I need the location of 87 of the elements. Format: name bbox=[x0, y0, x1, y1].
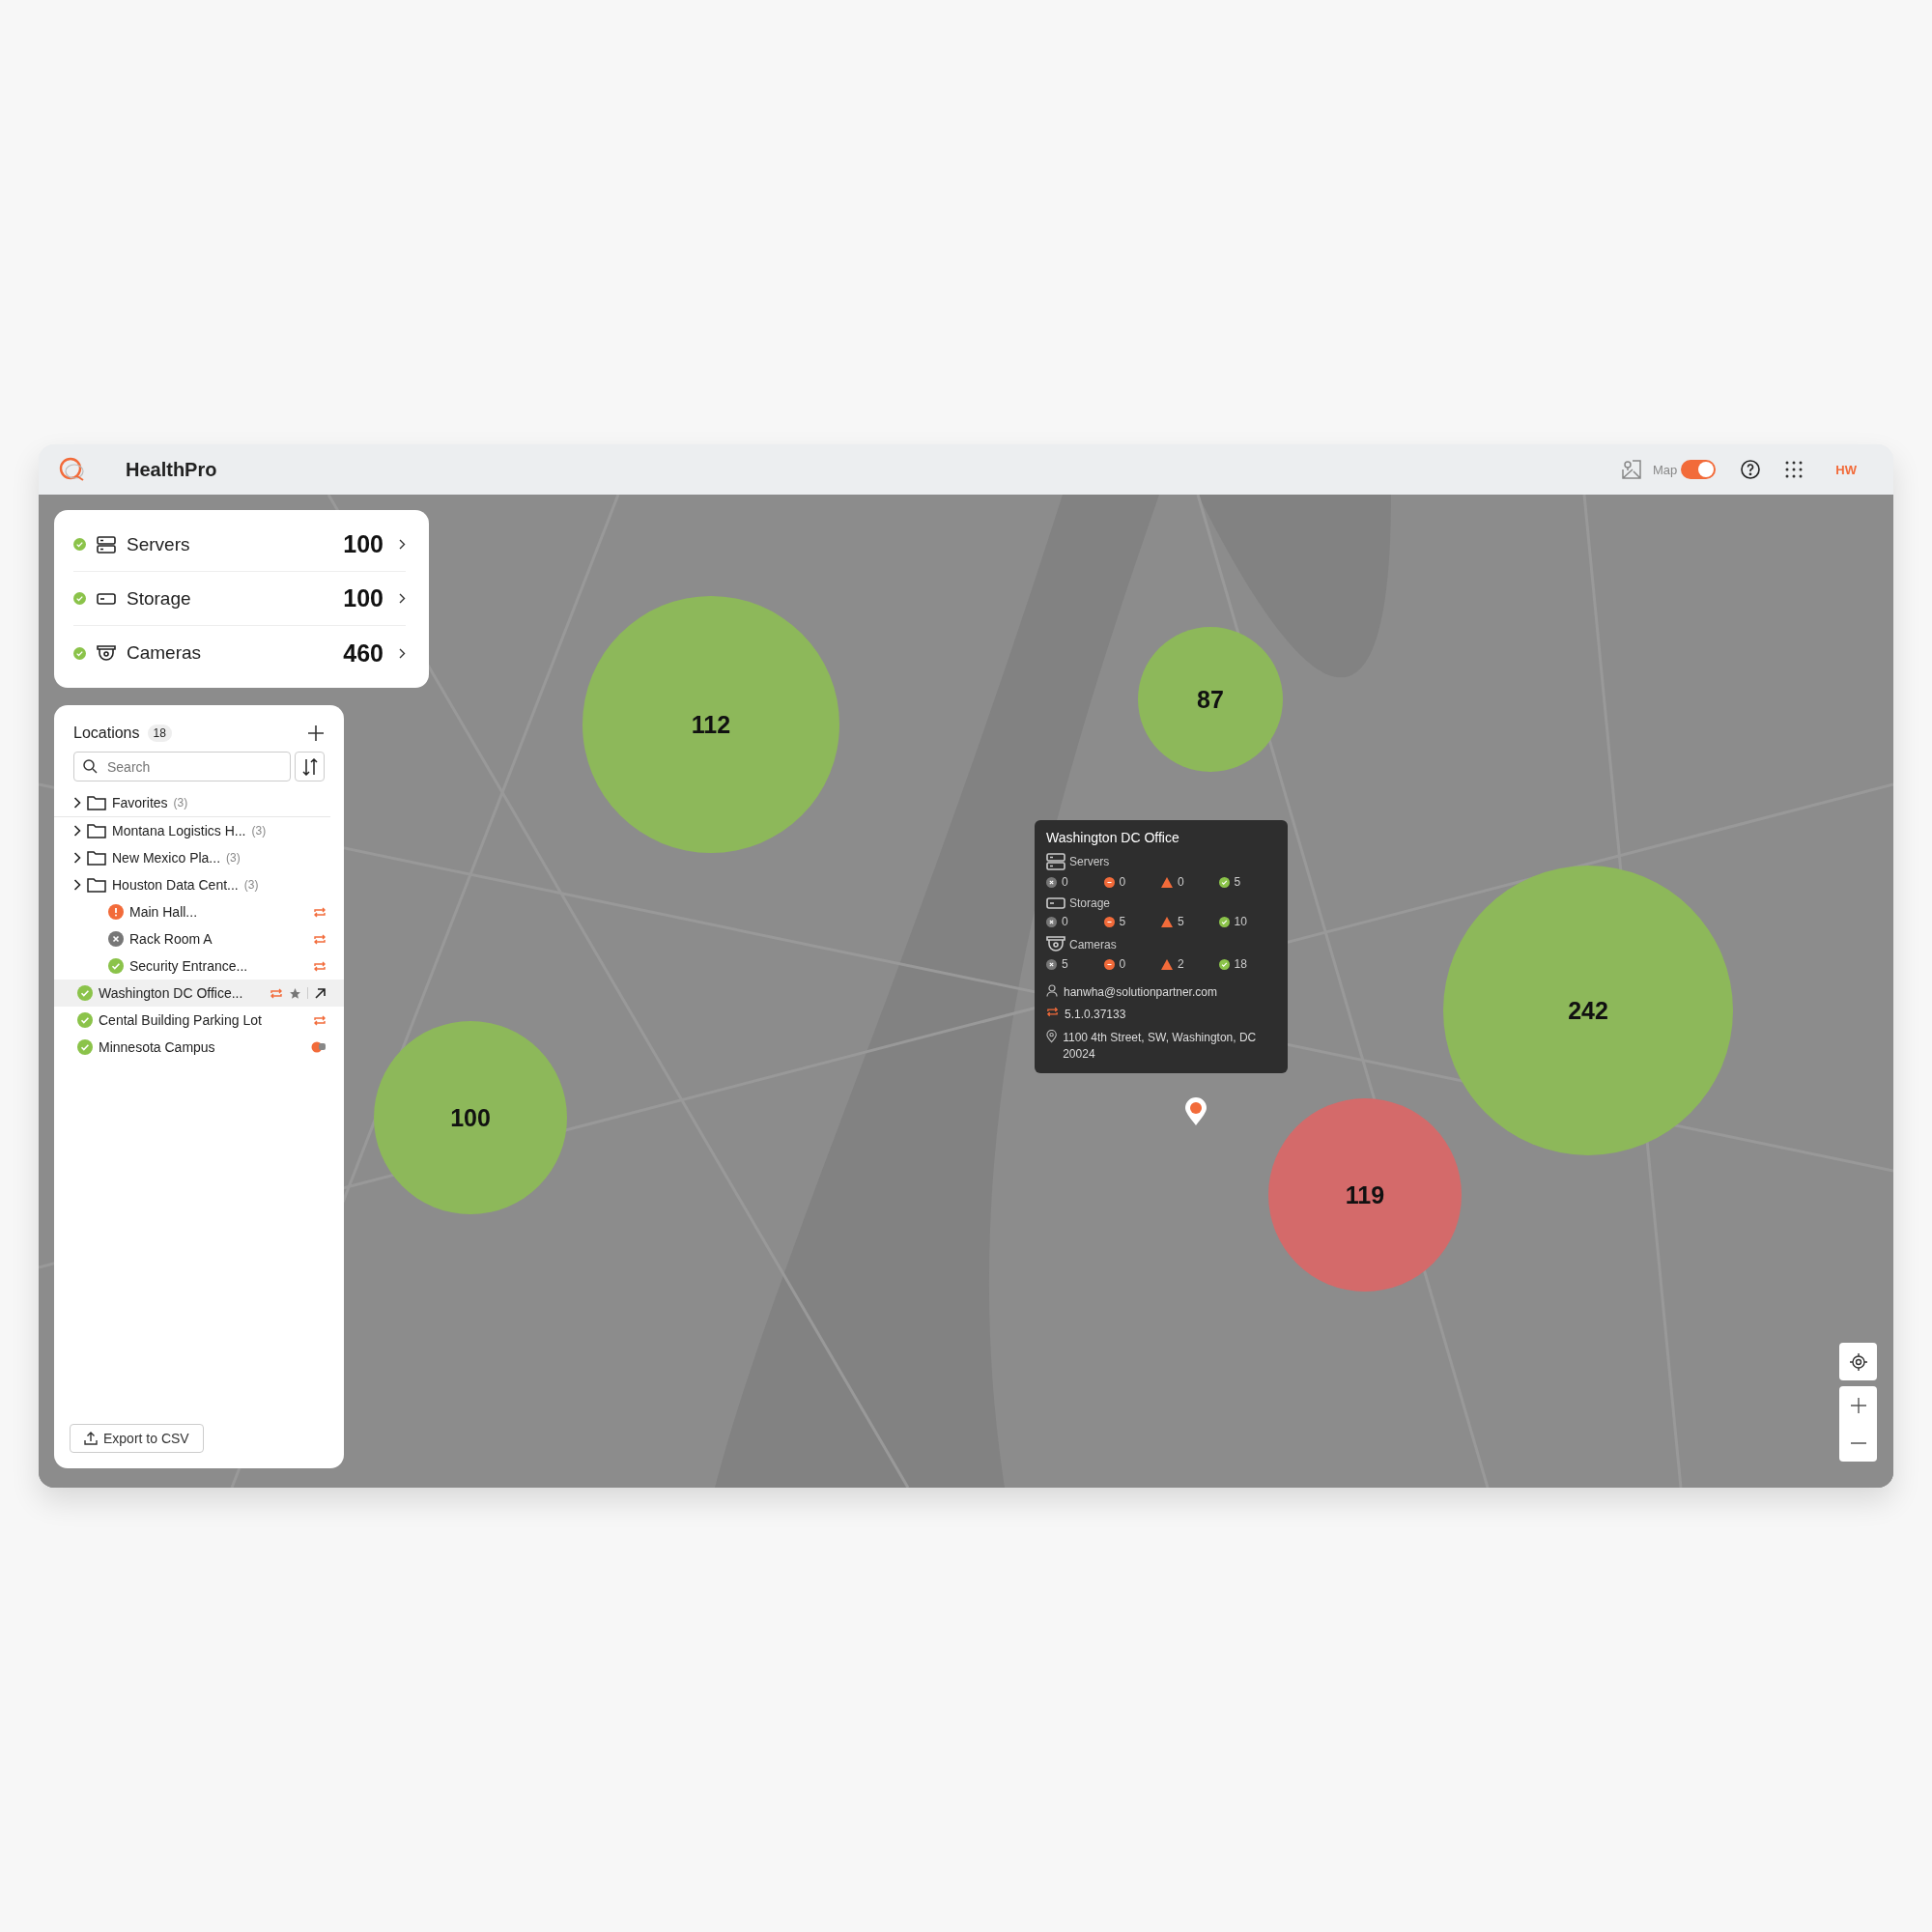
summary-row[interactable]: Storage 100 bbox=[73, 572, 406, 626]
upload-icon bbox=[84, 1432, 98, 1445]
chevron-icon[interactable] bbox=[73, 825, 81, 837]
stat-count: 5 bbox=[1046, 957, 1104, 971]
tooltip-title: Washington DC Office bbox=[1046, 830, 1180, 845]
summary-row[interactable]: Cameras 460 bbox=[73, 626, 406, 680]
sort-icon bbox=[301, 757, 318, 776]
user-email: hanwha@solutionpartner.com bbox=[1064, 984, 1217, 1001]
folder-name: Houston Data Cent... bbox=[112, 877, 239, 893]
location-name: Minnesota Campus bbox=[99, 1039, 215, 1055]
stat-count: 0 bbox=[1103, 875, 1161, 889]
chevron-icon bbox=[399, 539, 406, 550]
location-item[interactable]: Main Hall... bbox=[54, 898, 344, 925]
app-title: HealthPro bbox=[126, 458, 217, 481]
camera-icon bbox=[97, 644, 116, 662]
stat-count: 0 bbox=[1046, 915, 1104, 928]
logo-icon bbox=[58, 456, 87, 483]
count-badge: 18 bbox=[147, 724, 172, 742]
summary-row[interactable]: Servers 100 bbox=[73, 518, 406, 572]
chevron-icon bbox=[399, 647, 406, 659]
stat-count: 5 bbox=[1161, 915, 1219, 928]
map-icon bbox=[1622, 460, 1642, 479]
location-name: Security Entrance... bbox=[129, 958, 248, 974]
folder-name: Favorites bbox=[112, 795, 168, 810]
folder-name: New Mexico Pla... bbox=[112, 850, 221, 866]
help-icon[interactable] bbox=[1741, 460, 1761, 479]
stat-count: 0 bbox=[1161, 875, 1219, 889]
location-name: Washington DC Office... bbox=[99, 985, 243, 1001]
folder-count: (3) bbox=[251, 824, 267, 838]
server-icon bbox=[97, 535, 116, 554]
plus-icon bbox=[1849, 1396, 1867, 1414]
location-name: Main Hall... bbox=[129, 904, 198, 920]
folder-count: (3) bbox=[226, 851, 241, 865]
location-icon bbox=[1046, 1029, 1058, 1043]
location-item[interactable]: Cental Building Parking Lot bbox=[54, 1007, 344, 1034]
stat-count: 5 bbox=[1103, 915, 1161, 928]
chevron-icon[interactable] bbox=[73, 852, 81, 864]
chevron-icon[interactable] bbox=[73, 797, 81, 809]
folder-name: Montana Logistics H... bbox=[112, 823, 246, 838]
folder-count: (3) bbox=[173, 796, 188, 810]
group-label: Servers bbox=[1069, 855, 1110, 868]
folder-item[interactable]: New Mexico Pla... (3) bbox=[54, 844, 344, 871]
folder-item[interactable]: Montana Logistics H... (3) bbox=[54, 817, 344, 844]
add-button[interactable] bbox=[307, 724, 325, 742]
panel-title: Locations bbox=[73, 724, 140, 742]
star-icon[interactable] bbox=[289, 986, 301, 1000]
folder-item[interactable]: Favorites (3) bbox=[54, 789, 330, 817]
group-label: Cameras bbox=[1069, 937, 1117, 952]
locate-button[interactable] bbox=[1839, 1343, 1877, 1380]
search-icon bbox=[83, 759, 98, 774]
location-item[interactable]: Minnesota Campus bbox=[54, 1034, 344, 1061]
version-text: 5.1.0.37133 bbox=[1065, 1007, 1126, 1024]
stat-count: 0 bbox=[1046, 875, 1104, 889]
server-icon bbox=[1046, 853, 1065, 870]
location-name: Cental Building Parking Lot bbox=[99, 1012, 262, 1028]
folder-icon bbox=[87, 877, 106, 893]
open-arrow-icon[interactable] bbox=[314, 986, 327, 1000]
storage-icon bbox=[1046, 897, 1065, 909]
export-button[interactable]: Export to CSV bbox=[70, 1424, 204, 1453]
apps-icon[interactable] bbox=[1785, 461, 1804, 478]
stat-count: 10 bbox=[1218, 915, 1276, 928]
folder-item[interactable]: Houston Data Cent... (3) bbox=[54, 871, 344, 898]
stat-count: 2 bbox=[1161, 957, 1219, 971]
stat-count: 0 bbox=[1103, 957, 1161, 971]
stat-count: 18 bbox=[1218, 957, 1276, 971]
stat-count: 5 bbox=[1218, 875, 1276, 889]
sync-icon bbox=[1046, 1007, 1059, 1018]
location-item[interactable]: Rack Room A bbox=[54, 925, 344, 952]
storage-icon bbox=[97, 592, 116, 605]
search-field[interactable]: Search bbox=[73, 752, 291, 781]
user-icon bbox=[1046, 984, 1058, 997]
location-name: Rack Room A bbox=[129, 931, 213, 947]
location-pin[interactable] bbox=[1184, 1097, 1208, 1126]
folder-icon bbox=[87, 795, 106, 810]
folder-count: (3) bbox=[243, 878, 259, 892]
location-item[interactable]: Washington DC Office... bbox=[54, 980, 344, 1007]
folder-icon bbox=[87, 850, 106, 866]
sort-button[interactable] bbox=[295, 752, 325, 781]
camera-icon bbox=[1046, 936, 1065, 952]
chevron-icon bbox=[399, 593, 406, 604]
minus-icon bbox=[1850, 1441, 1866, 1444]
location-item[interactable]: Security Entrance... bbox=[54, 952, 344, 980]
group-label: Storage bbox=[1069, 896, 1111, 910]
folder-icon bbox=[87, 823, 106, 838]
crosshair-icon bbox=[1849, 1352, 1867, 1371]
address-text: 1100 4th Street, SW, Washington, DC 20024 bbox=[1063, 1029, 1258, 1064]
chevron-icon[interactable] bbox=[73, 879, 81, 891]
